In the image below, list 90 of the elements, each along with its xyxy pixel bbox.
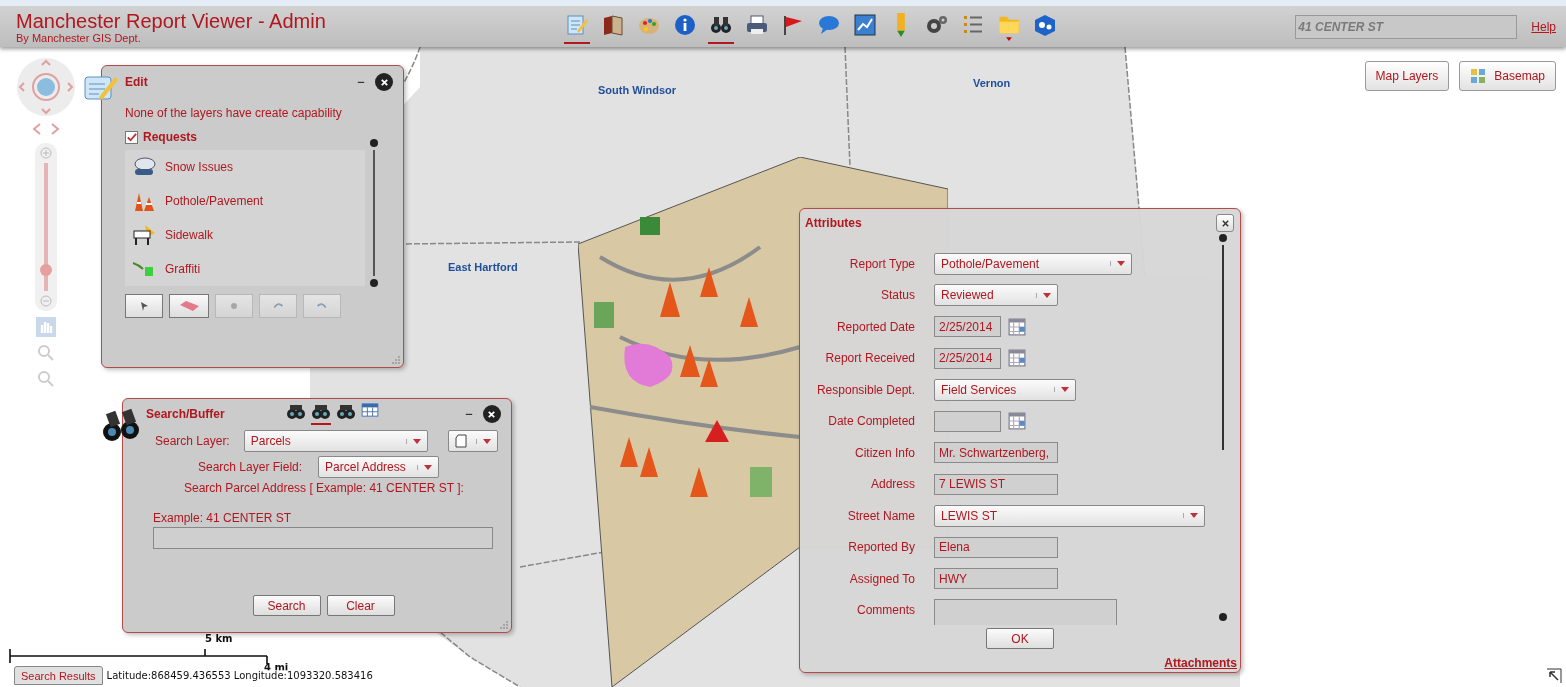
book-icon: [601, 12, 625, 37]
template-item[interactable]: Snow Issues: [125, 150, 365, 184]
field-label: Comments: [856, 603, 915, 618]
printer-icon: [745, 12, 769, 37]
marker-pen-icon: [897, 12, 905, 37]
resize-grip[interactable]: [392, 356, 400, 364]
info-icon: [673, 12, 697, 37]
panel-title: Edit: [125, 75, 148, 89]
help-link[interactable]: Help: [1531, 19, 1556, 34]
text-field[interactable]: Elena: [934, 536, 1058, 558]
close-button[interactable]: [1216, 214, 1234, 232]
settings-cube-icon: [1033, 12, 1057, 37]
map-button[interactable]: Basemap: [1459, 61, 1556, 91]
search-tool-button[interactable]: [311, 403, 332, 425]
dropdown[interactable]: LEWIS ST: [934, 504, 1205, 527]
pointer-icon: [138, 300, 150, 312]
panel-title: Attributes: [805, 216, 862, 230]
field-label: Assigned To: [848, 571, 915, 586]
notepad-icon: [565, 12, 589, 37]
point-icon: [228, 300, 240, 312]
dropdown[interactable]: Pothole/Pavement: [934, 252, 1132, 275]
map-button[interactable]: Map Layers: [1364, 61, 1450, 91]
dropdown[interactable]: Field Services: [934, 378, 1076, 401]
slider-thumb[interactable]: [40, 263, 52, 276]
resize-grip[interactable]: [500, 621, 508, 629]
scale-label: 5 km: [205, 633, 233, 644]
search-prompt: Search Parcel Address [ Example: 41 CENTER ST ]:: [184, 481, 465, 495]
field-dropdown[interactable]: Parcel Address: [318, 456, 440, 478]
calendar-icon[interactable]: [1008, 317, 1026, 336]
app-title: Manchester Report Viewer - Admin: [16, 9, 327, 32]
search-panel-button[interactable]: Search: [252, 595, 321, 616]
grid-icon: [1470, 68, 1487, 84]
edit-tool-button[interactable]: [169, 294, 209, 318]
template-item[interactable]: Pothole/Pavement: [125, 184, 365, 218]
edit-tool-button[interactable]: [125, 294, 163, 318]
template-item[interactable]: Sidewalk: [125, 218, 365, 252]
date-field[interactable]: [934, 410, 1001, 432]
layer-dropdown[interactable]: Parcels: [243, 430, 428, 452]
page-icon: [454, 434, 467, 448]
calendar-icon[interactable]: [1008, 412, 1026, 431]
search-panel-button[interactable]: Clear: [326, 595, 395, 616]
search-field[interactable]: 41 CENTER ST: [1295, 14, 1518, 39]
town-label: South Windsor: [598, 84, 677, 96]
scrollbar[interactable]: [1218, 233, 1228, 623]
field-label: Citizen Info: [853, 445, 915, 460]
town-label: Vernon: [973, 77, 1011, 89]
layer-name: Requests: [143, 130, 198, 144]
expand-arrow-icon[interactable]: [1546, 668, 1562, 684]
zoom-slider[interactable]: [35, 143, 57, 311]
search-input[interactable]: [153, 527, 493, 549]
town-label: East Hartford: [448, 261, 518, 273]
app-subtitle: By Manchester GIS Dept.: [16, 31, 141, 44]
chart-icon: [853, 12, 877, 37]
barrier-icon: [131, 223, 157, 247]
dropdown[interactable]: Reviewed: [934, 284, 1058, 307]
close-icon: [1220, 218, 1230, 228]
checkbox[interactable]: [125, 130, 138, 144]
field-label: Reported By: [847, 540, 915, 555]
field-label: Search Layer:: [155, 434, 230, 448]
close-icon: [379, 77, 389, 87]
field-label: Responsible Dept.: [815, 382, 915, 397]
message-text: None of the layers have create capability: [125, 106, 343, 120]
text-field[interactable]: Mr. Schwartzenberg,: [934, 442, 1058, 464]
field-label: Street Name: [846, 508, 915, 523]
field-label: Address: [869, 477, 915, 492]
field-label: Search Layer Field:: [198, 460, 303, 474]
shape-dropdown[interactable]: [447, 430, 498, 452]
checkmark-icon: [126, 131, 137, 143]
panel-title: Search/Buffer: [146, 407, 225, 421]
attachments-link[interactable]: Attachments: [1164, 656, 1237, 670]
date-field[interactable]: 2/25/2014: [934, 347, 1001, 369]
template-item[interactable]: Graffiti: [125, 252, 365, 286]
field-label: Reported Date: [835, 319, 915, 334]
ok-button[interactable]: OK: [986, 628, 1054, 649]
field-label: Report Type: [848, 256, 915, 271]
field-label: Report Received: [824, 351, 915, 366]
input-label: Example: 41 CENTER ST: [153, 511, 293, 525]
search-results-button[interactable]: Search Results: [14, 666, 103, 685]
date-field[interactable]: 2/25/2014: [934, 316, 1001, 338]
field-label: Status: [879, 288, 915, 303]
coordinates-text: Latitude:868459.436553 Longitude:1093320.583416: [106, 670, 373, 681]
scrollbar[interactable]: [369, 138, 379, 288]
pan-control[interactable]: [16, 57, 76, 117]
close-button[interactable]: [483, 405, 501, 423]
close-button[interactable]: [375, 73, 393, 91]
text-field[interactable]: 7 LEWIS ST: [934, 473, 1058, 495]
close-icon: [487, 409, 497, 419]
calendar-icon[interactable]: [1008, 349, 1026, 368]
text-field[interactable]: HWY: [934, 568, 1058, 590]
field-label: Date Completed: [827, 414, 915, 429]
